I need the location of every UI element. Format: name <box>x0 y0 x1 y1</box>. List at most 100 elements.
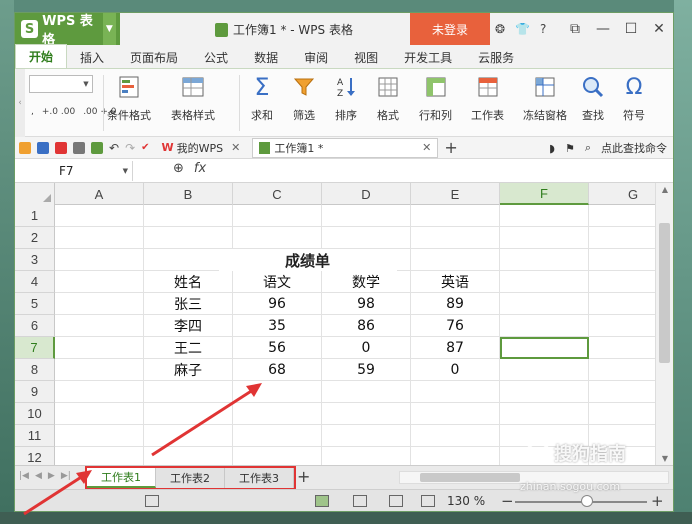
cell-b10[interactable] <box>144 403 233 425</box>
cell-a9[interactable] <box>55 381 144 403</box>
cell-a6[interactable] <box>55 315 144 337</box>
cell-g9[interactable] <box>589 381 655 403</box>
tab-developer[interactable]: 开发工具 <box>391 46 465 68</box>
cell-e4[interactable]: 英语 <box>411 271 500 293</box>
cell-a7[interactable] <box>55 337 144 359</box>
cell-c10[interactable] <box>233 403 322 425</box>
cell-b9[interactable] <box>144 381 233 403</box>
customize-toolbar-icon[interactable]: ✔ <box>141 142 149 153</box>
column-header-f[interactable]: F <box>500 183 589 205</box>
cell-d4[interactable]: 数学 <box>322 271 411 293</box>
name-box[interactable]: F7 ▼ <box>15 161 133 181</box>
zoom-formula-icon[interactable]: ⊕ <box>173 161 184 176</box>
cell-e12[interactable] <box>411 447 500 465</box>
skin-icon[interactable]: ❂ <box>495 22 505 36</box>
cell-c12[interactable] <box>233 447 322 465</box>
row-header[interactable]: 9 <box>15 381 55 403</box>
cell-e7[interactable]: 87 <box>411 337 500 359</box>
close-icon[interactable]: ✕ <box>231 141 240 154</box>
app-menu-button[interactable]: S WPS 表格 ▼ <box>15 13 120 48</box>
cell-b6[interactable]: 李四 <box>144 315 233 337</box>
collapse-ribbon-icon[interactable]: ◗ <box>549 142 555 155</box>
increase-decimal-button[interactable]: +.0 .00 <box>42 107 75 117</box>
cell-b11[interactable] <box>144 425 233 447</box>
column-header-d[interactable]: D <box>322 183 411 205</box>
sort-button[interactable]: AZ 排序 <box>335 73 357 123</box>
redo-icon[interactable]: ↷ <box>125 141 135 155</box>
cell-c2[interactable] <box>233 227 322 249</box>
flag-icon[interactable]: ⚑ <box>565 142 575 155</box>
shirt-icon[interactable]: 👕 <box>515 22 530 36</box>
cell-f3[interactable] <box>500 249 589 271</box>
row-header[interactable]: 12 <box>15 447 55 465</box>
cell-c8[interactable]: 68 <box>233 359 322 381</box>
minimize-icon[interactable]: — <box>589 21 617 37</box>
cell-d5[interactable]: 98 <box>322 293 411 315</box>
cell-b12[interactable] <box>144 447 233 465</box>
row-header[interactable]: 3 <box>15 249 55 271</box>
cell-c5[interactable]: 96 <box>233 293 322 315</box>
last-sheet-icon[interactable]: ▶| <box>61 471 71 481</box>
horizontal-scroll-thumb[interactable] <box>420 473 520 482</box>
tab-formulas[interactable]: 公式 <box>191 46 241 68</box>
cell-f8[interactable] <box>500 359 589 381</box>
first-sheet-icon[interactable]: |◀ <box>19 471 29 481</box>
row-header[interactable]: 11 <box>15 425 55 447</box>
column-header-c[interactable]: C <box>233 183 322 205</box>
prev-sheet-icon[interactable]: ◀ <box>35 471 42 481</box>
open-icon[interactable] <box>19 141 31 154</box>
cell-e11[interactable] <box>411 425 500 447</box>
cell-g1[interactable] <box>589 205 655 227</box>
zoom-slider-handle[interactable] <box>581 495 593 507</box>
cell-e10[interactable] <box>411 403 500 425</box>
cell-e8[interactable]: 0 <box>411 359 500 381</box>
sheet-tab-1[interactable]: 工作表1 <box>87 468 156 488</box>
cell-a11[interactable] <box>55 425 144 447</box>
find-button[interactable]: 查找 <box>581 73 605 123</box>
ribbon-scroll-left-icon[interactable]: ‹ <box>15 69 25 137</box>
column-header-a[interactable]: A <box>55 183 144 205</box>
tab-page-layout[interactable]: 页面布局 <box>117 46 191 68</box>
close-icon[interactable]: ✕ <box>645 21 673 37</box>
worksheet-button[interactable]: 工作表 <box>471 73 504 123</box>
cell-f1[interactable] <box>500 205 589 227</box>
freeze-panes-button[interactable]: 冻结窗格 <box>523 73 567 123</box>
cell-e5[interactable]: 89 <box>411 293 500 315</box>
cell-e1[interactable] <box>411 205 500 227</box>
column-header-e[interactable]: E <box>411 183 500 205</box>
cell-d2[interactable] <box>322 227 411 249</box>
thousands-separator-button[interactable]: , <box>31 107 34 117</box>
sum-button[interactable]: Σ 求和 <box>251 73 273 123</box>
column-header-b[interactable]: B <box>144 183 233 205</box>
maximize-icon[interactable]: ☐ <box>617 21 645 37</box>
column-header-g[interactable]: G <box>589 183 655 205</box>
cell-g10[interactable] <box>589 403 655 425</box>
sheet-tab-3[interactable]: 工作表3 <box>225 468 294 488</box>
cell-g8[interactable] <box>589 359 655 381</box>
cell-c7[interactable]: 56 <box>233 337 322 359</box>
cell-d8[interactable]: 59 <box>322 359 411 381</box>
tab-review[interactable]: 审阅 <box>291 46 341 68</box>
cell-b7[interactable]: 王二 <box>144 337 233 359</box>
scroll-up-icon[interactable]: ▲ <box>656 185 673 194</box>
cell-g5[interactable] <box>589 293 655 315</box>
cell-g4[interactable] <box>589 271 655 293</box>
eye-protection-icon[interactable] <box>421 495 435 507</box>
insert-function-button[interactable]: fx <box>194 161 206 176</box>
cell-a10[interactable] <box>55 403 144 425</box>
row-header[interactable]: 5 <box>15 293 55 315</box>
undo-icon[interactable]: ↶ <box>109 141 119 155</box>
zoom-out-button[interactable]: − <box>501 492 514 510</box>
cell-f7[interactable] <box>500 337 589 359</box>
cell-a5[interactable] <box>55 293 144 315</box>
cell-c11[interactable] <box>233 425 322 447</box>
tab-my-wps[interactable]: W 我的WPS ✕ <box>156 138 247 158</box>
cell-d11[interactable] <box>322 425 411 447</box>
cell-b1[interactable] <box>144 205 233 227</box>
cell-g7[interactable] <box>589 337 655 359</box>
print-icon[interactable] <box>73 141 85 154</box>
help-icon[interactable]: ? <box>540 22 546 36</box>
page-break-view-icon[interactable] <box>353 495 367 507</box>
cell-a4[interactable] <box>55 271 144 293</box>
cell-b4[interactable]: 姓名 <box>144 271 233 293</box>
